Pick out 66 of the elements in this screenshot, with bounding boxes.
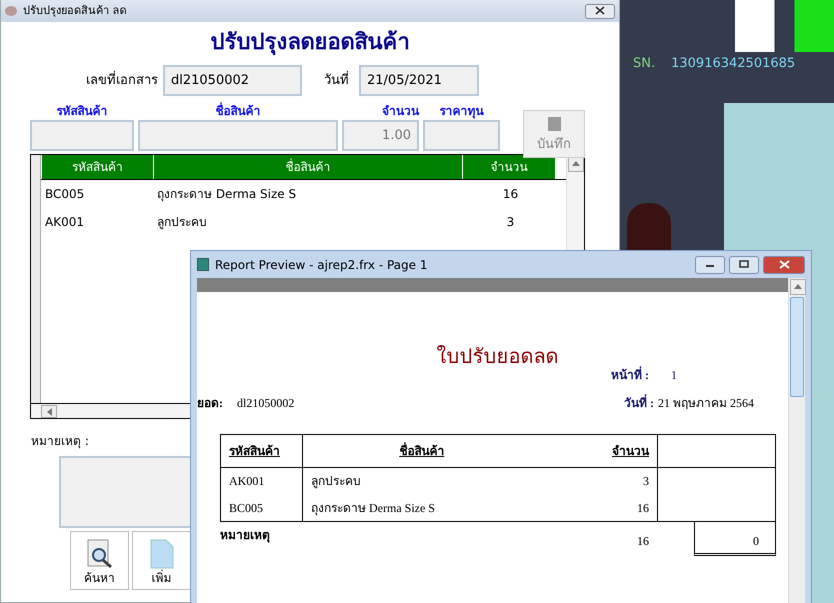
table-cell: ถุงกระดาษ Derma Size S (311, 500, 435, 515)
date-label: วันที่ : (624, 394, 654, 412)
toolbar-button[interactable]: ค้นหา (70, 531, 129, 590)
doc-label: ยอด: (197, 395, 224, 412)
close-button[interactable] (763, 256, 805, 274)
remarks-label: หมายเหตุ : (31, 433, 89, 450)
input-field[interactable] (138, 120, 338, 151)
window-icon (5, 6, 17, 16)
serial-number: 130916342501685 (671, 55, 796, 73)
box-value: 0 (753, 534, 759, 548)
window-title: Report Preview - ajrep2.frx - Page 1 (215, 256, 428, 274)
table-cell: 16 (637, 500, 649, 515)
remarks-label: หมายเหตุ (220, 527, 271, 545)
input-field[interactable] (423, 120, 500, 151)
column-header: ชื่อสินค้า (399, 444, 444, 458)
doc-number-field[interactable]: dl21050002 (163, 65, 302, 96)
square-icon (548, 116, 560, 130)
scrollbar-thumb[interactable] (790, 297, 804, 397)
input-field[interactable]: 1.00 (342, 120, 419, 151)
form-heading: ปรับปรุงลดยอดสินค้า (210, 29, 410, 58)
table-cell: 3 (643, 474, 649, 488)
total-value: 16 (637, 534, 649, 548)
up-arrow-icon (794, 284, 802, 290)
table-cell: ลูกประคบ (311, 474, 361, 488)
vertical-scrollbar[interactable] (788, 278, 805, 603)
doc-number: dl21050002 (237, 395, 294, 412)
column-header: จำนวน (612, 444, 649, 458)
field-label: รหัสสินค้า (56, 103, 108, 120)
input-field[interactable] (30, 120, 134, 151)
table-cell-text: 3 (506, 215, 514, 229)
report-icon (197, 258, 209, 271)
close-icon (595, 6, 605, 15)
page-number: 1 (671, 367, 677, 384)
field-label: จำนวน (382, 103, 419, 120)
column-header: รหัสสินค้า (229, 444, 280, 458)
up-arrow-icon (572, 161, 580, 166)
window-title: ปรับปรุงยอดสินค้า ลด (23, 2, 126, 19)
table-cell-text: ลูกประคบ (156, 215, 207, 229)
table-cell-text: AK001 (44, 215, 84, 229)
report-title: ใบปรับยอดลด (436, 344, 558, 370)
field-label: ราคาทุน (440, 103, 484, 120)
report-date: 21 พฤษภาคม 2564 (658, 395, 754, 412)
close-icon (778, 260, 790, 269)
page-label: หน้าที่ : (611, 366, 649, 384)
date-label: วันที่ (324, 70, 350, 90)
maximize-button[interactable] (729, 256, 759, 274)
table-cell-text: BC005 (44, 187, 84, 201)
column-header: ชื่อสินค้า (153, 155, 462, 179)
column-header: รหัสสินค้า (41, 155, 153, 179)
document-icon (150, 539, 174, 569)
toolbar-button[interactable]: เพิ่ม (132, 531, 191, 590)
close-button[interactable] (585, 4, 615, 18)
table-cell: BC005 (229, 500, 264, 515)
table-cell: AK001 (229, 474, 264, 488)
left-arrow-icon (46, 408, 52, 416)
figure-placeholder (627, 203, 671, 250)
minimize-button[interactable] (695, 256, 725, 274)
maximize-icon (739, 260, 749, 268)
field-label: ชื่อสินค้า (216, 102, 260, 120)
table-cell-text: 16 (502, 187, 518, 201)
column-header: จำนวน (462, 155, 555, 179)
date-field[interactable]: 21/05/2021 (359, 65, 479, 96)
search-document-icon (86, 539, 112, 569)
serial-label: SN. (633, 55, 656, 73)
doc-number-label: เลขที่เอกสาร (86, 70, 159, 90)
table-cell-text: ถุงกระดาษ Derma Size S (156, 187, 296, 201)
